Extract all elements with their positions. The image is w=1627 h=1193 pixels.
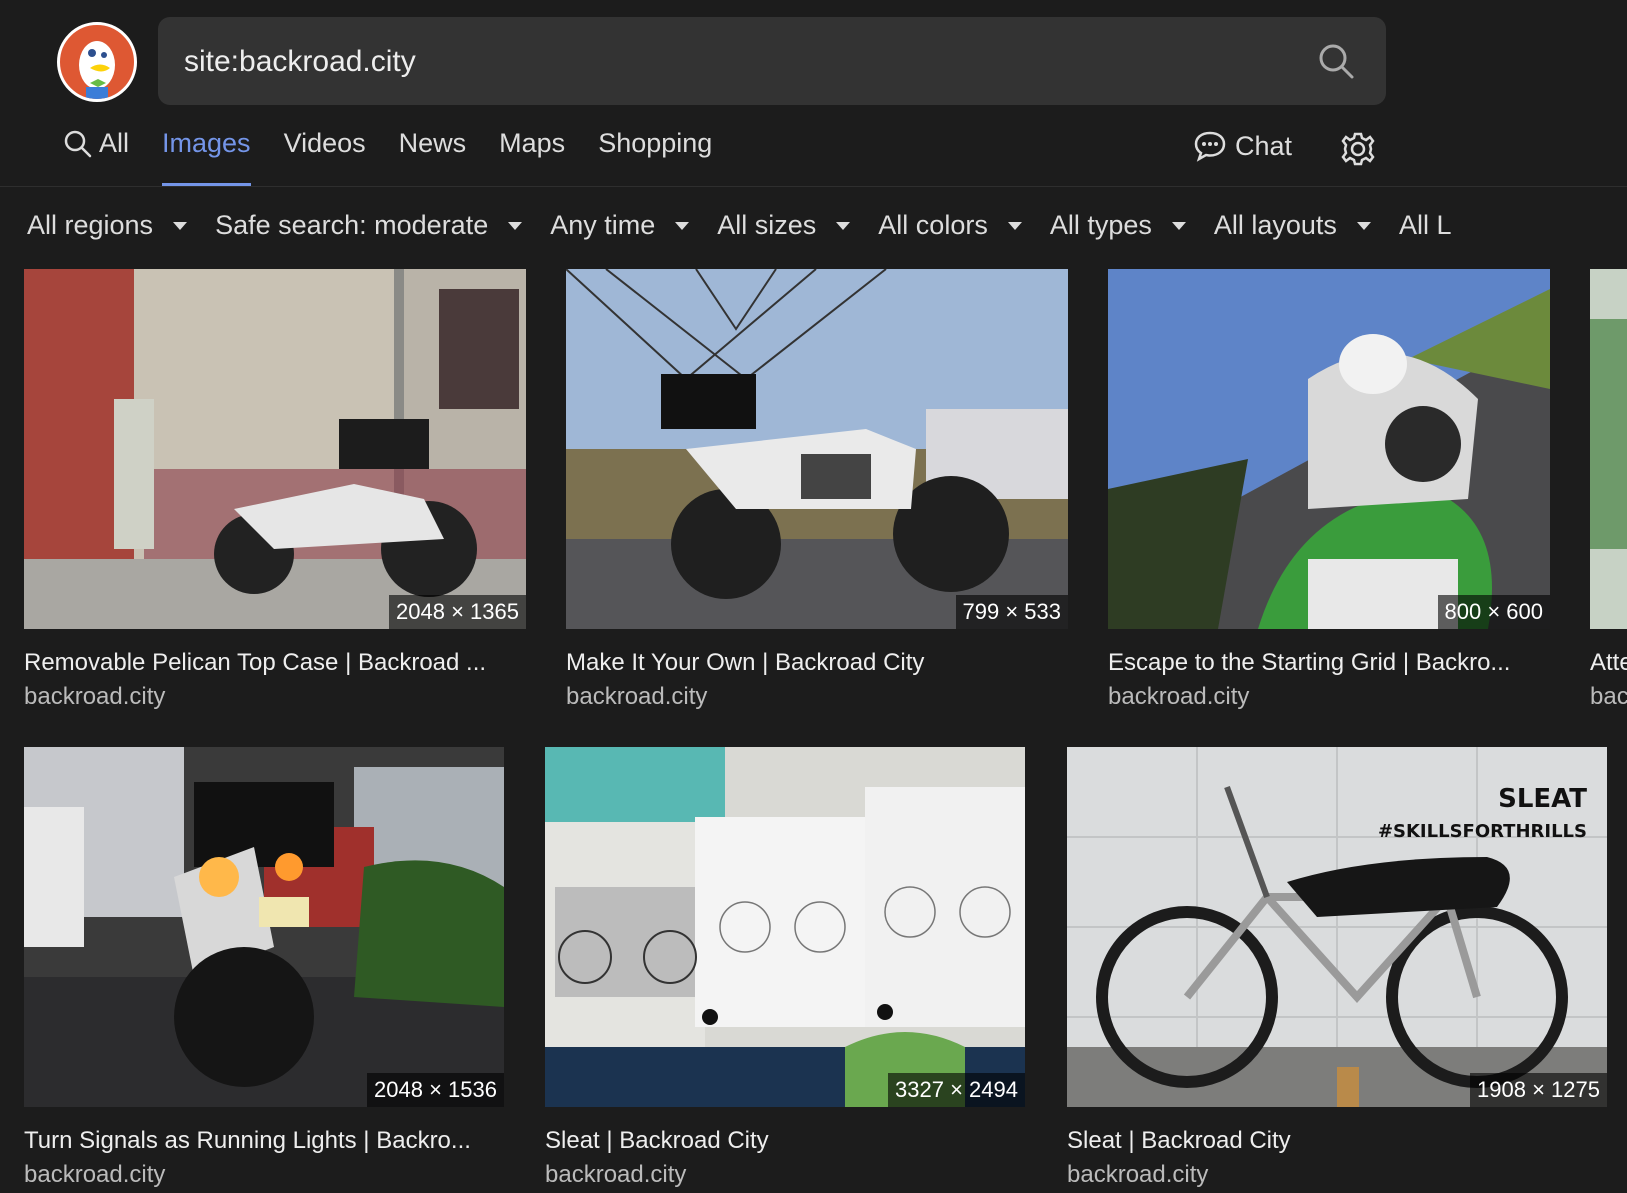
chat-button[interactable]: Chat	[1193, 130, 1292, 162]
result-source[interactable]: backroad.city	[1067, 1161, 1607, 1189]
filter-label: Any time	[550, 210, 656, 240]
result-source[interactable]: backroad.city	[24, 683, 526, 711]
search-tabs: All Images Videos News Maps Shopping	[63, 128, 745, 186]
chat-label: Chat	[1235, 130, 1293, 161]
search-box	[158, 17, 1386, 107]
tab-maps[interactable]: Maps	[499, 128, 565, 186]
thumbnail-image	[24, 747, 504, 1107]
result-source[interactable]: bac	[1590, 683, 1627, 711]
chat-bubble-icon	[1194, 131, 1226, 162]
image-dimensions: 3327 × 2494	[888, 1073, 1025, 1107]
image-dimensions: 2048 × 1365	[389, 595, 526, 629]
filter-license[interactable]: All L	[1399, 210, 1452, 241]
thumbnail-image	[566, 269, 1068, 629]
result-title[interactable]: Turn Signals as Running Lights | Backro.…	[24, 1127, 504, 1155]
filter-label: All colors	[878, 210, 988, 240]
caret-down-icon	[1171, 221, 1186, 230]
tab-news[interactable]: News	[399, 128, 467, 186]
caret-down-icon	[836, 221, 851, 230]
tab-label: All	[99, 128, 130, 158]
search-icon[interactable]	[1316, 41, 1356, 81]
header: All Images Videos News Maps Shopping Cha…	[0, 0, 1627, 187]
image-result[interactable]: Atte bac	[1590, 269, 1627, 711]
filter-layout[interactable]: All layouts	[1214, 210, 1371, 241]
result-thumbnail	[1590, 269, 1627, 629]
image-dimensions: 800 × 600	[1437, 595, 1550, 629]
filter-label: All types	[1049, 210, 1152, 240]
tab-label: Videos	[283, 128, 366, 158]
thumbnail-image	[24, 269, 526, 629]
result-title[interactable]: Removable Pelican Top Case | Backroad ..…	[24, 649, 526, 677]
filter-color[interactable]: All colors	[878, 210, 1022, 241]
result-thumbnail: 800 × 600	[1108, 269, 1550, 629]
result-title[interactable]: Sleat | Backroad City	[1067, 1127, 1607, 1155]
gear-icon[interactable]	[1340, 131, 1376, 167]
caret-down-icon	[675, 221, 690, 230]
image-result[interactable]: 2048 × 1365 Removable Pelican Top Case |…	[24, 269, 526, 711]
duckduckgo-logo[interactable]	[57, 22, 137, 102]
result-thumbnail: 3327 × 2494	[545, 747, 1025, 1107]
result-source[interactable]: backroad.city	[566, 683, 1068, 711]
result-title[interactable]: Make It Your Own | Backroad City	[566, 649, 1068, 677]
image-result[interactable]: 799 × 533 Make It Your Own | Backroad Ci…	[566, 269, 1068, 711]
filter-type[interactable]: All types	[1050, 210, 1186, 241]
image-dimensions: 799 × 533	[955, 595, 1068, 629]
image-dimensions: 1908 × 1275	[1470, 1073, 1607, 1107]
overlay-text: SLEAT	[1498, 784, 1587, 814]
search-input[interactable]	[182, 17, 1286, 107]
tab-videos[interactable]: Videos	[284, 128, 366, 186]
thumbnail-image: SLEAT #SKILLSFORTHRILLS	[1067, 747, 1607, 1107]
result-source[interactable]: backroad.city	[24, 1161, 504, 1189]
search-icon	[64, 130, 92, 158]
tab-label: Shopping	[598, 128, 713, 158]
image-result[interactable]: 3327 × 2494 Sleat | Backroad City backro…	[545, 747, 1025, 1189]
result-thumbnail: 799 × 533	[566, 269, 1068, 629]
filter-bar: All regions Safe search: moderate Any ti…	[27, 210, 1479, 241]
filter-label: All layouts	[1213, 210, 1337, 240]
result-thumbnail: 2048 × 1365	[24, 269, 526, 629]
tab-images[interactable]: Images	[162, 128, 251, 186]
thumbnail-image	[1108, 269, 1550, 629]
caret-down-icon	[1007, 221, 1022, 230]
tab-all[interactable]: All	[63, 128, 129, 186]
result-source[interactable]: backroad.city	[1108, 683, 1550, 711]
filter-label: Safe search: moderate	[215, 210, 489, 240]
filter-region[interactable]: All regions	[27, 210, 188, 241]
result-title[interactable]: Atte	[1590, 649, 1627, 677]
tab-shopping[interactable]: Shopping	[598, 128, 712, 186]
caret-down-icon	[173, 221, 188, 230]
filter-time[interactable]: Any time	[550, 210, 690, 241]
overlay-hashtag: #SKILLSFORTHRILLS	[1378, 821, 1587, 842]
caret-down-icon	[508, 221, 523, 230]
tab-label: News	[398, 128, 467, 158]
filter-safe-search[interactable]: Safe search: moderate	[215, 210, 523, 241]
image-result[interactable]: 800 × 600 Escape to the Starting Grid | …	[1108, 269, 1550, 711]
thumbnail-image	[545, 747, 1025, 1107]
result-title[interactable]: Escape to the Starting Grid | Backro...	[1108, 649, 1550, 677]
image-result[interactable]: SLEAT #SKILLSFORTHRILLS 1908 × 1275 Slea…	[1067, 747, 1607, 1189]
thumbnail-image	[1590, 269, 1627, 629]
result-title[interactable]: Sleat | Backroad City	[545, 1127, 1025, 1155]
result-source[interactable]: backroad.city	[545, 1161, 1025, 1189]
filter-label: All sizes	[717, 210, 817, 240]
filter-size[interactable]: All sizes	[717, 210, 851, 241]
filter-label: All L	[1398, 210, 1452, 240]
result-thumbnail: SLEAT #SKILLSFORTHRILLS 1908 × 1275	[1067, 747, 1607, 1107]
caret-down-icon	[1356, 221, 1371, 230]
tab-label: Maps	[499, 128, 566, 158]
result-thumbnail: 2048 × 1536	[24, 747, 504, 1107]
tab-label: Images	[162, 128, 251, 158]
filter-label: All regions	[27, 210, 154, 240]
image-dimensions: 2048 × 1536	[367, 1073, 504, 1107]
image-result[interactable]: 2048 × 1536 Turn Signals as Running Ligh…	[24, 747, 504, 1189]
